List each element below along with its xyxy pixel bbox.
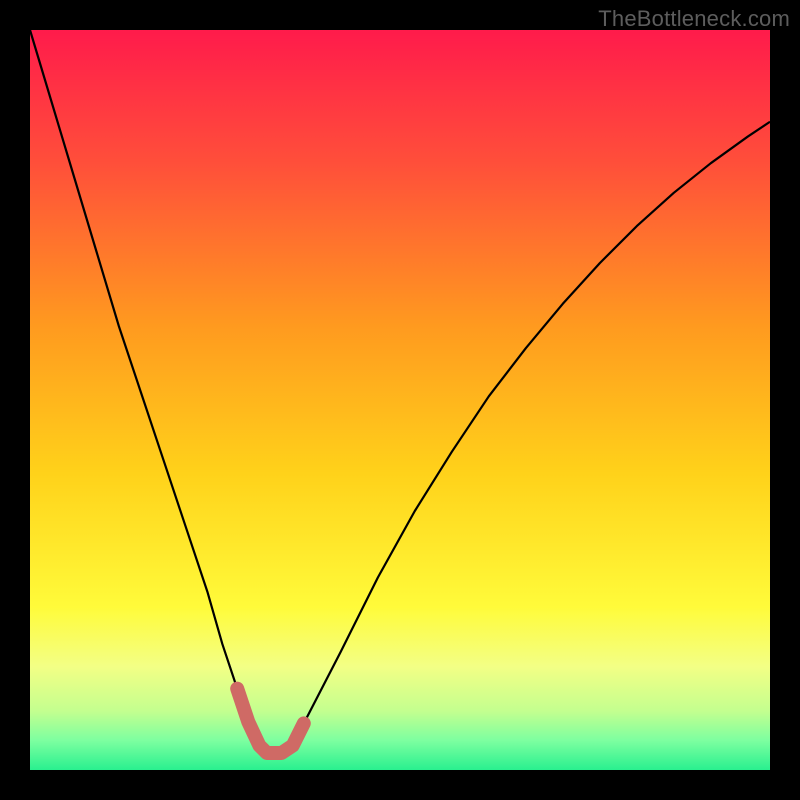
watermark-text: TheBottleneck.com xyxy=(598,6,790,32)
gradient-background xyxy=(30,30,770,770)
chart-frame: TheBottleneck.com xyxy=(0,0,800,800)
chart-canvas xyxy=(0,0,800,800)
